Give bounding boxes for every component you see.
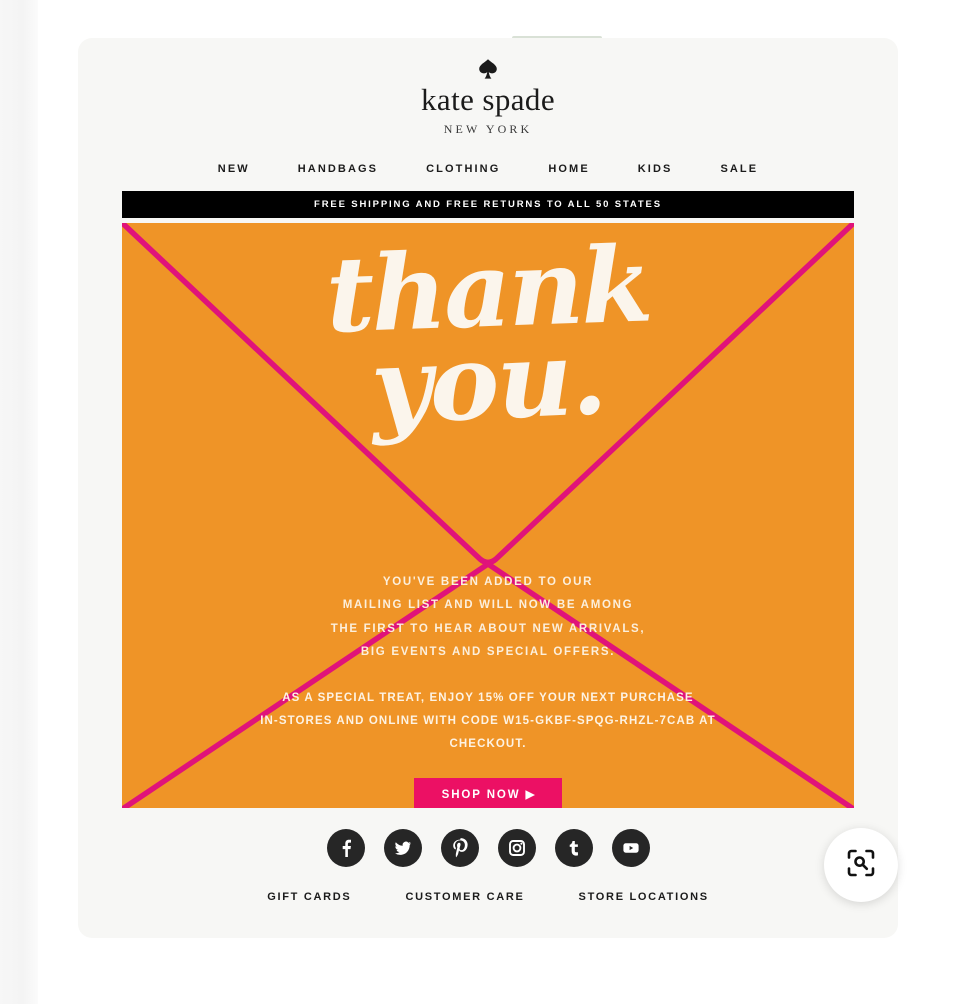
nav-item-new[interactable]: NEW [218, 163, 250, 175]
brand-locale: NEW YORK [443, 121, 533, 136]
hero-offer-line-2: IN-STORES AND ONLINE WITH CODE W15-GKBF-… [260, 714, 716, 727]
youtube-icon[interactable] [611, 828, 650, 867]
email-card: kate spade NEW YORK NEW HANDBAGS CLOTHIN… [78, 38, 898, 938]
twitter-icon[interactable] [383, 828, 422, 867]
spade-icon [78, 58, 898, 82]
brand-header: kate spade NEW YORK [78, 38, 898, 137]
hero-body-copy: YOU'VE BEEN ADDED TO OUR MAILING LIST AN… [122, 571, 854, 665]
instagram-icon[interactable] [497, 828, 536, 867]
footer-link-customer-care[interactable]: CUSTOMER CARE [405, 891, 524, 903]
hero-offer-line-3: CHECKOUT. [449, 737, 527, 750]
shop-now-button[interactable]: SHOP NOW ▶ [413, 777, 563, 808]
left-edge-strip [0, 0, 38, 1004]
facebook-icon[interactable] [326, 828, 365, 867]
footer-link-store-locations[interactable]: STORE LOCATIONS [579, 891, 709, 903]
social-links-row [78, 828, 898, 867]
hero-body-line-2: MAILING LIST AND WILL NOW BE AMONG [342, 599, 634, 612]
shipping-promo-text: FREE SHIPPING AND FREE RETURNS TO ALL 50… [314, 198, 662, 210]
footer-links: GIFT CARDS CUSTOMER CARE STORE LOCATIONS [78, 891, 898, 903]
hero-body-line-4: BIG EVENTS AND SPECIAL OFFERS. [360, 646, 616, 659]
hero-offer-line-1: AS A SPECIAL TREAT, ENJOY 15% OFF YOUR N… [282, 691, 694, 704]
nav-item-home[interactable]: HOME [548, 163, 589, 175]
nav-item-clothing[interactable]: CLOTHING [426, 163, 500, 175]
hero-copy: YOU'VE BEEN ADDED TO OUR MAILING LIST AN… [122, 571, 854, 808]
nav-item-kids[interactable]: KIDS [638, 163, 673, 175]
main-nav: NEW HANDBAGS CLOTHING HOME KIDS SALE [78, 163, 898, 175]
nav-item-sale[interactable]: SALE [720, 163, 758, 175]
hero-offer-copy: AS A SPECIAL TREAT, ENJOY 15% OFF YOUR N… [122, 687, 854, 756]
hero-body-line-1: YOU'VE BEEN ADDED TO OUR [382, 575, 594, 588]
pinterest-icon[interactable] [440, 828, 479, 867]
nav-item-handbags[interactable]: HANDBAGS [298, 163, 378, 175]
visual-search-button[interactable] [824, 828, 898, 902]
brand-wordmark: kate spade [421, 82, 555, 117]
footer-link-gift-cards[interactable]: GIFT CARDS [267, 891, 351, 903]
screen: kate spade NEW YORK NEW HANDBAGS CLOTHIN… [0, 0, 968, 1004]
visual-search-lens-icon [845, 847, 877, 884]
hero-body-line-3: THE FIRST TO HEAR ABOUT NEW ARRIVALS, [330, 622, 646, 635]
envelope-hero: thank you. YOU'VE BEEN ADDED TO OUR MAIL… [122, 222, 854, 808]
tumblr-icon[interactable] [554, 828, 593, 867]
shipping-promo-bar: FREE SHIPPING AND FREE RETURNS TO ALL 50… [122, 190, 854, 218]
